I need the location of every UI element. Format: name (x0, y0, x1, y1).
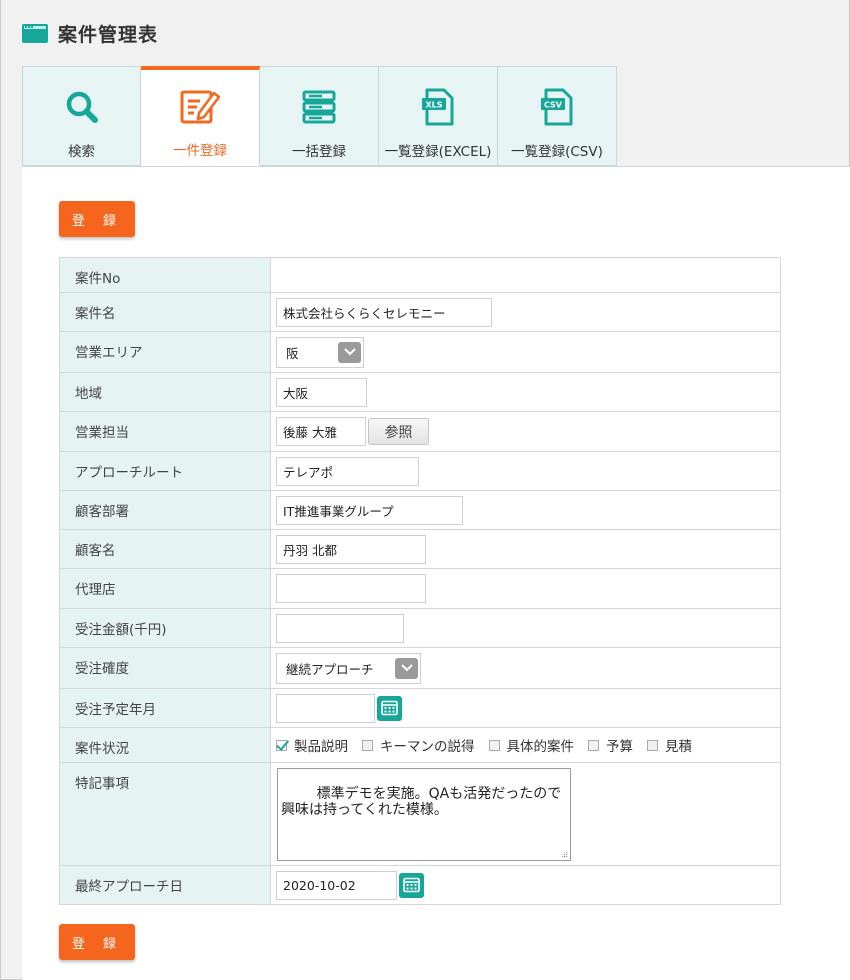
checkbox[interactable] (276, 739, 287, 751)
status-budget[interactable]: 予算 (588, 735, 633, 755)
case-status-checkboxes: 製品説明 キーマンの説得 具体的案件 予算 見積 (276, 728, 780, 762)
form-row-approach-route: アプローチルート テレアポ (59, 451, 781, 491)
register-button-top[interactable]: 登 録 (59, 201, 135, 237)
status-product-explanation[interactable]: 製品説明 (276, 735, 348, 755)
chevron-down-icon (395, 657, 418, 679)
agency-label: 代理店 (59, 568, 271, 609)
tab-csv-register[interactable]: CSV 一覧登録(CSV) (498, 66, 617, 166)
reference-button[interactable]: 参照 (368, 418, 429, 445)
chevron-down-icon (338, 341, 361, 363)
notes-label: 特記事項 (59, 762, 271, 866)
window-icon (22, 23, 48, 43)
region-label: 地域 (59, 372, 271, 412)
form-row-case-name: 案件名 株式会社らくらくセレモニー (59, 292, 781, 332)
xls-file-icon: XLS (420, 87, 456, 127)
tab-label: 一件登録 (173, 143, 227, 159)
customer-dept-label: 顧客部署 (59, 490, 271, 530)
tab-label: 一覧登録(EXCEL) (384, 144, 492, 160)
sales-rep-label: 営業担当 (59, 411, 271, 452)
form-row-notes: 特記事項 標準デモを実施。QAも活発だったので 興味は持ってくれた模様。 (59, 762, 781, 866)
customer-dept-input[interactable]: IT推進事業グループ (276, 495, 463, 525)
order-certainty-select[interactable]: 継続アプローチ (276, 652, 421, 684)
form-row-sales-area: 営業エリア 阪 (59, 331, 781, 373)
checkbox[interactable] (647, 739, 658, 751)
case-name-label: 案件名 (59, 292, 271, 332)
form-row-agency: 代理店 (59, 568, 781, 609)
sales-area-label: 営業エリア (59, 331, 271, 373)
order-amount-input[interactable] (276, 613, 404, 643)
last-approach-input[interactable]: 2020-10-02 (276, 870, 397, 900)
checkbox-label: 予算 (606, 739, 633, 755)
case-no-value (270, 257, 781, 293)
form-row-case-status: 案件状況 製品説明 キーマンの説得 具体的案件 予算 見積 (59, 727, 781, 763)
notes-text: 標準デモを実施。QAも活発だったので 興味は持ってくれた模様。 (281, 785, 562, 818)
calendar-icon[interactable] (377, 695, 402, 721)
edit-icon (179, 86, 221, 126)
tab-bar: 検索 一件登録 一括登録 XLS 一覧登録(EXCEL) CSV 一覧登録(CS… (22, 66, 617, 166)
csv-file-icon: CSV (539, 87, 575, 127)
xls-badge: XLS (425, 101, 442, 110)
page-title: 案件管理表 (58, 23, 159, 46)
checkbox-label: キーマンの説得 (380, 739, 475, 755)
form-row-last-approach: 最終アプローチ日 2020-10-02 (59, 865, 781, 905)
tab-label: 一括登録 (292, 144, 346, 160)
form-row-customer-dept: 顧客部署 IT推進事業グループ (59, 490, 781, 530)
case-form: 案件No 案件名 株式会社らくらくセレモニー 営業エリア 阪 地域 大阪 営業担… (59, 257, 781, 905)
tab-excel-register[interactable]: XLS 一覧登録(EXCEL) (379, 66, 498, 166)
last-approach-label: 最終アプローチ日 (59, 865, 271, 905)
order-certainty-label: 受注確度 (59, 647, 271, 689)
form-row-region: 地域 大阪 (59, 372, 781, 412)
case-name-input[interactable]: 株式会社らくらくセレモニー (276, 297, 492, 327)
approach-route-input[interactable]: テレアポ (276, 456, 419, 486)
region-input[interactable]: 大阪 (276, 377, 367, 407)
status-concrete-case[interactable]: 具体的案件 (488, 735, 575, 755)
status-key-person[interactable]: キーマンの説得 (362, 735, 475, 755)
checkbox[interactable] (588, 739, 599, 751)
order-amount-label: 受注金額(千円) (59, 608, 271, 648)
form-row-order-month: 受注予定年月 (59, 688, 781, 728)
resize-grip-icon[interactable] (561, 851, 568, 858)
checkbox-label: 具体的案件 (506, 739, 575, 755)
app-header: 案件管理表 (22, 18, 158, 48)
form-row-order-certainty: 受注確度 継続アプローチ (59, 647, 781, 689)
case-no-label: 案件No (59, 257, 271, 293)
sales-rep-input[interactable]: 後藤 大雅 (276, 417, 366, 446)
csv-badge: CSV (544, 101, 563, 110)
tab-single-register[interactable]: 一件登録 (141, 66, 260, 166)
tab-label: 一覧登録(CSV) (511, 144, 603, 160)
order-certainty-selected: 継続アプローチ (286, 661, 374, 677)
notes-textarea[interactable]: 標準デモを実施。QAも活発だったので 興味は持ってくれた模様。 (277, 767, 571, 861)
approach-route-label: アプローチルート (59, 451, 271, 491)
customer-name-input[interactable]: 丹羽 北都 (276, 534, 426, 564)
form-row-case-no: 案件No (59, 257, 781, 293)
checkbox-label: 製品説明 (294, 739, 348, 755)
status-estimate[interactable]: 見積 (647, 735, 692, 755)
checkbox[interactable] (362, 739, 373, 751)
form-row-customer-name: 顧客名 丹羽 北都 (59, 529, 781, 569)
order-month-input[interactable] (276, 693, 375, 723)
agency-input[interactable] (276, 574, 426, 603)
search-icon (65, 87, 99, 127)
case-status-label: 案件状況 (59, 727, 271, 763)
sales-area-selected: 阪 (286, 345, 299, 361)
customer-name-label: 顧客名 (59, 529, 271, 569)
register-button-bottom[interactable]: 登 録 (59, 924, 135, 960)
calendar-icon[interactable] (399, 872, 424, 898)
checkbox[interactable] (488, 739, 500, 751)
checkbox-label: 見積 (665, 739, 692, 755)
stack-icon (302, 87, 336, 127)
sales-area-select[interactable]: 阪 (276, 336, 364, 368)
form-row-order-amount: 受注金額(千円) (59, 608, 781, 648)
form-row-sales-rep: 営業担当 後藤 大雅 参照 (59, 411, 781, 452)
order-month-label: 受注予定年月 (59, 688, 271, 728)
tab-label: 検索 (68, 144, 95, 160)
tab-bulk-register[interactable]: 一括登録 (260, 66, 379, 166)
tab-search[interactable]: 検索 (22, 66, 141, 166)
